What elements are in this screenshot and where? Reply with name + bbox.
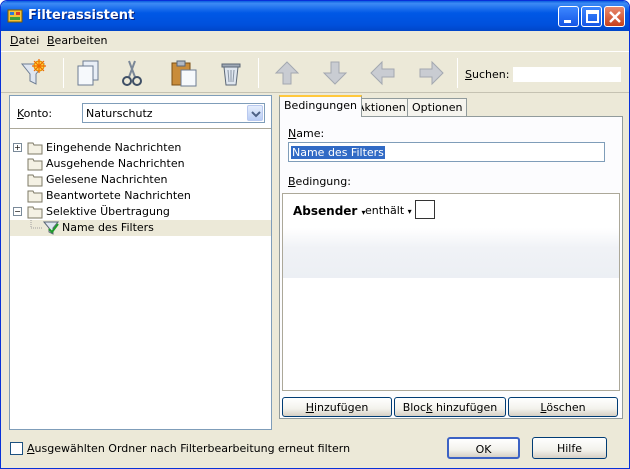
new-filter-icon[interactable]	[17, 58, 49, 88]
filter-name-input[interactable]: Name des Filters	[288, 142, 605, 162]
title-bar[interactable]: Filterassistent	[1, 1, 629, 31]
tree-label: Ausgehende Nachrichten	[46, 157, 185, 170]
condition-operator-dropdown[interactable]: enthält ▾	[365, 204, 412, 217]
toolbar: Suchen:	[1, 51, 629, 93]
account-label: Konto:	[17, 107, 53, 120]
expand-icon[interactable]: +	[13, 143, 22, 152]
menu-bearbeiten[interactable]: Bearbeiten	[47, 34, 107, 47]
chevron-down-icon: ▾	[407, 207, 412, 216]
tree-item-ausgehende[interactable]: Ausgehende Nachrichten	[10, 156, 271, 172]
tree-item-beantwortete[interactable]: Beantwortete Nachrichten	[10, 188, 271, 204]
move-up-icon[interactable]	[271, 58, 303, 88]
toolbar-separator	[457, 58, 458, 88]
toolbar-separator	[63, 58, 64, 88]
account-row: Konto: Naturschutz	[10, 96, 271, 129]
account-dropdown-button[interactable]	[247, 105, 263, 121]
tab-optionen[interactable]: Optionen	[407, 98, 468, 117]
tree-label: Beantwortete Nachrichten	[46, 189, 191, 202]
tree-connector-icon	[30, 220, 42, 229]
folder-panel: Konto: Naturschutz + Eingehende Nachrich…	[9, 95, 272, 430]
condition-editor[interactable]: Absender ▾ enthält ▾	[282, 193, 620, 391]
toolbar-separator	[258, 58, 259, 88]
delete-condition-button[interactable]: Löschen	[508, 397, 618, 417]
tree-item-selektive[interactable]: − Selektive Übertragung	[10, 204, 271, 220]
folder-icon	[27, 158, 43, 171]
menu-bar: Datei Bearbeiten	[1, 31, 629, 50]
move-down-icon[interactable]	[319, 58, 351, 88]
window-title: Filterassistent	[28, 8, 135, 23]
ok-button[interactable]: OK	[447, 437, 520, 459]
account-select[interactable]: Naturschutz	[82, 103, 265, 123]
tree-label: Eingehende Nachrichten	[46, 141, 182, 154]
maximize-icon	[586, 10, 599, 23]
folder-icon	[27, 190, 43, 203]
tree-label: Gelesene Nachrichten	[46, 173, 168, 186]
condition-value-input[interactable]	[415, 200, 435, 219]
tree-item-eingehende[interactable]: + Eingehende Nachrichten	[10, 140, 271, 156]
folder-icon	[27, 174, 43, 187]
folder-icon	[27, 142, 43, 155]
tree-label: Name des Filters	[62, 221, 154, 234]
delete-icon[interactable]	[215, 58, 247, 88]
collapse-icon[interactable]: −	[13, 207, 22, 216]
cut-icon[interactable]	[116, 58, 148, 88]
refilter-checkbox-label[interactable]: Ausgewählten Ordner nach Filterbearbeitu…	[27, 442, 350, 455]
filter-icon	[43, 221, 59, 235]
move-left-icon[interactable]	[367, 58, 399, 88]
condition-field-dropdown[interactable]: Absender ▾	[293, 204, 366, 218]
search-input[interactable]	[512, 66, 622, 83]
chevron-down-icon	[251, 111, 261, 118]
app-icon	[7, 9, 23, 23]
tab-bedingungen[interactable]: Bedingungen	[279, 95, 362, 117]
filter-name-label: Name:	[288, 127, 325, 140]
paste-icon[interactable]	[168, 58, 200, 88]
close-window-button[interactable]	[604, 6, 625, 27]
move-right-icon[interactable]	[415, 58, 447, 88]
filter-name-value: Name des Filters	[291, 146, 385, 159]
add-block-button[interactable]: Block hinzufügen	[394, 397, 506, 417]
add-condition-button[interactable]: Hinzufügen	[282, 397, 392, 417]
condition-label: Bedingung:	[288, 175, 351, 188]
minimize-icon	[564, 20, 571, 23]
copy-icon[interactable]	[73, 58, 105, 88]
conditions-page: Name: Name des Filters Bedingung: Absend…	[279, 116, 623, 419]
filter-wizard-window: Filterassistent Datei Bearbeiten Suchen:…	[0, 0, 630, 469]
close-icon	[609, 11, 621, 23]
menu-datei[interactable]: Datei	[10, 34, 39, 47]
minimize-button[interactable]	[558, 6, 579, 27]
tree-item-filter[interactable]: Name des Filters	[10, 220, 271, 236]
tree-label: Selektive Übertragung	[46, 205, 170, 218]
help-button[interactable]: Hilfe	[532, 437, 607, 459]
folder-icon	[27, 206, 43, 219]
refilter-checkbox[interactable]	[10, 442, 23, 455]
search-label: Suchen:	[465, 68, 510, 81]
account-value: Naturschutz	[86, 107, 153, 120]
maximize-button[interactable]	[581, 6, 602, 27]
tree-item-gelesene[interactable]: Gelesene Nachrichten	[10, 172, 271, 188]
